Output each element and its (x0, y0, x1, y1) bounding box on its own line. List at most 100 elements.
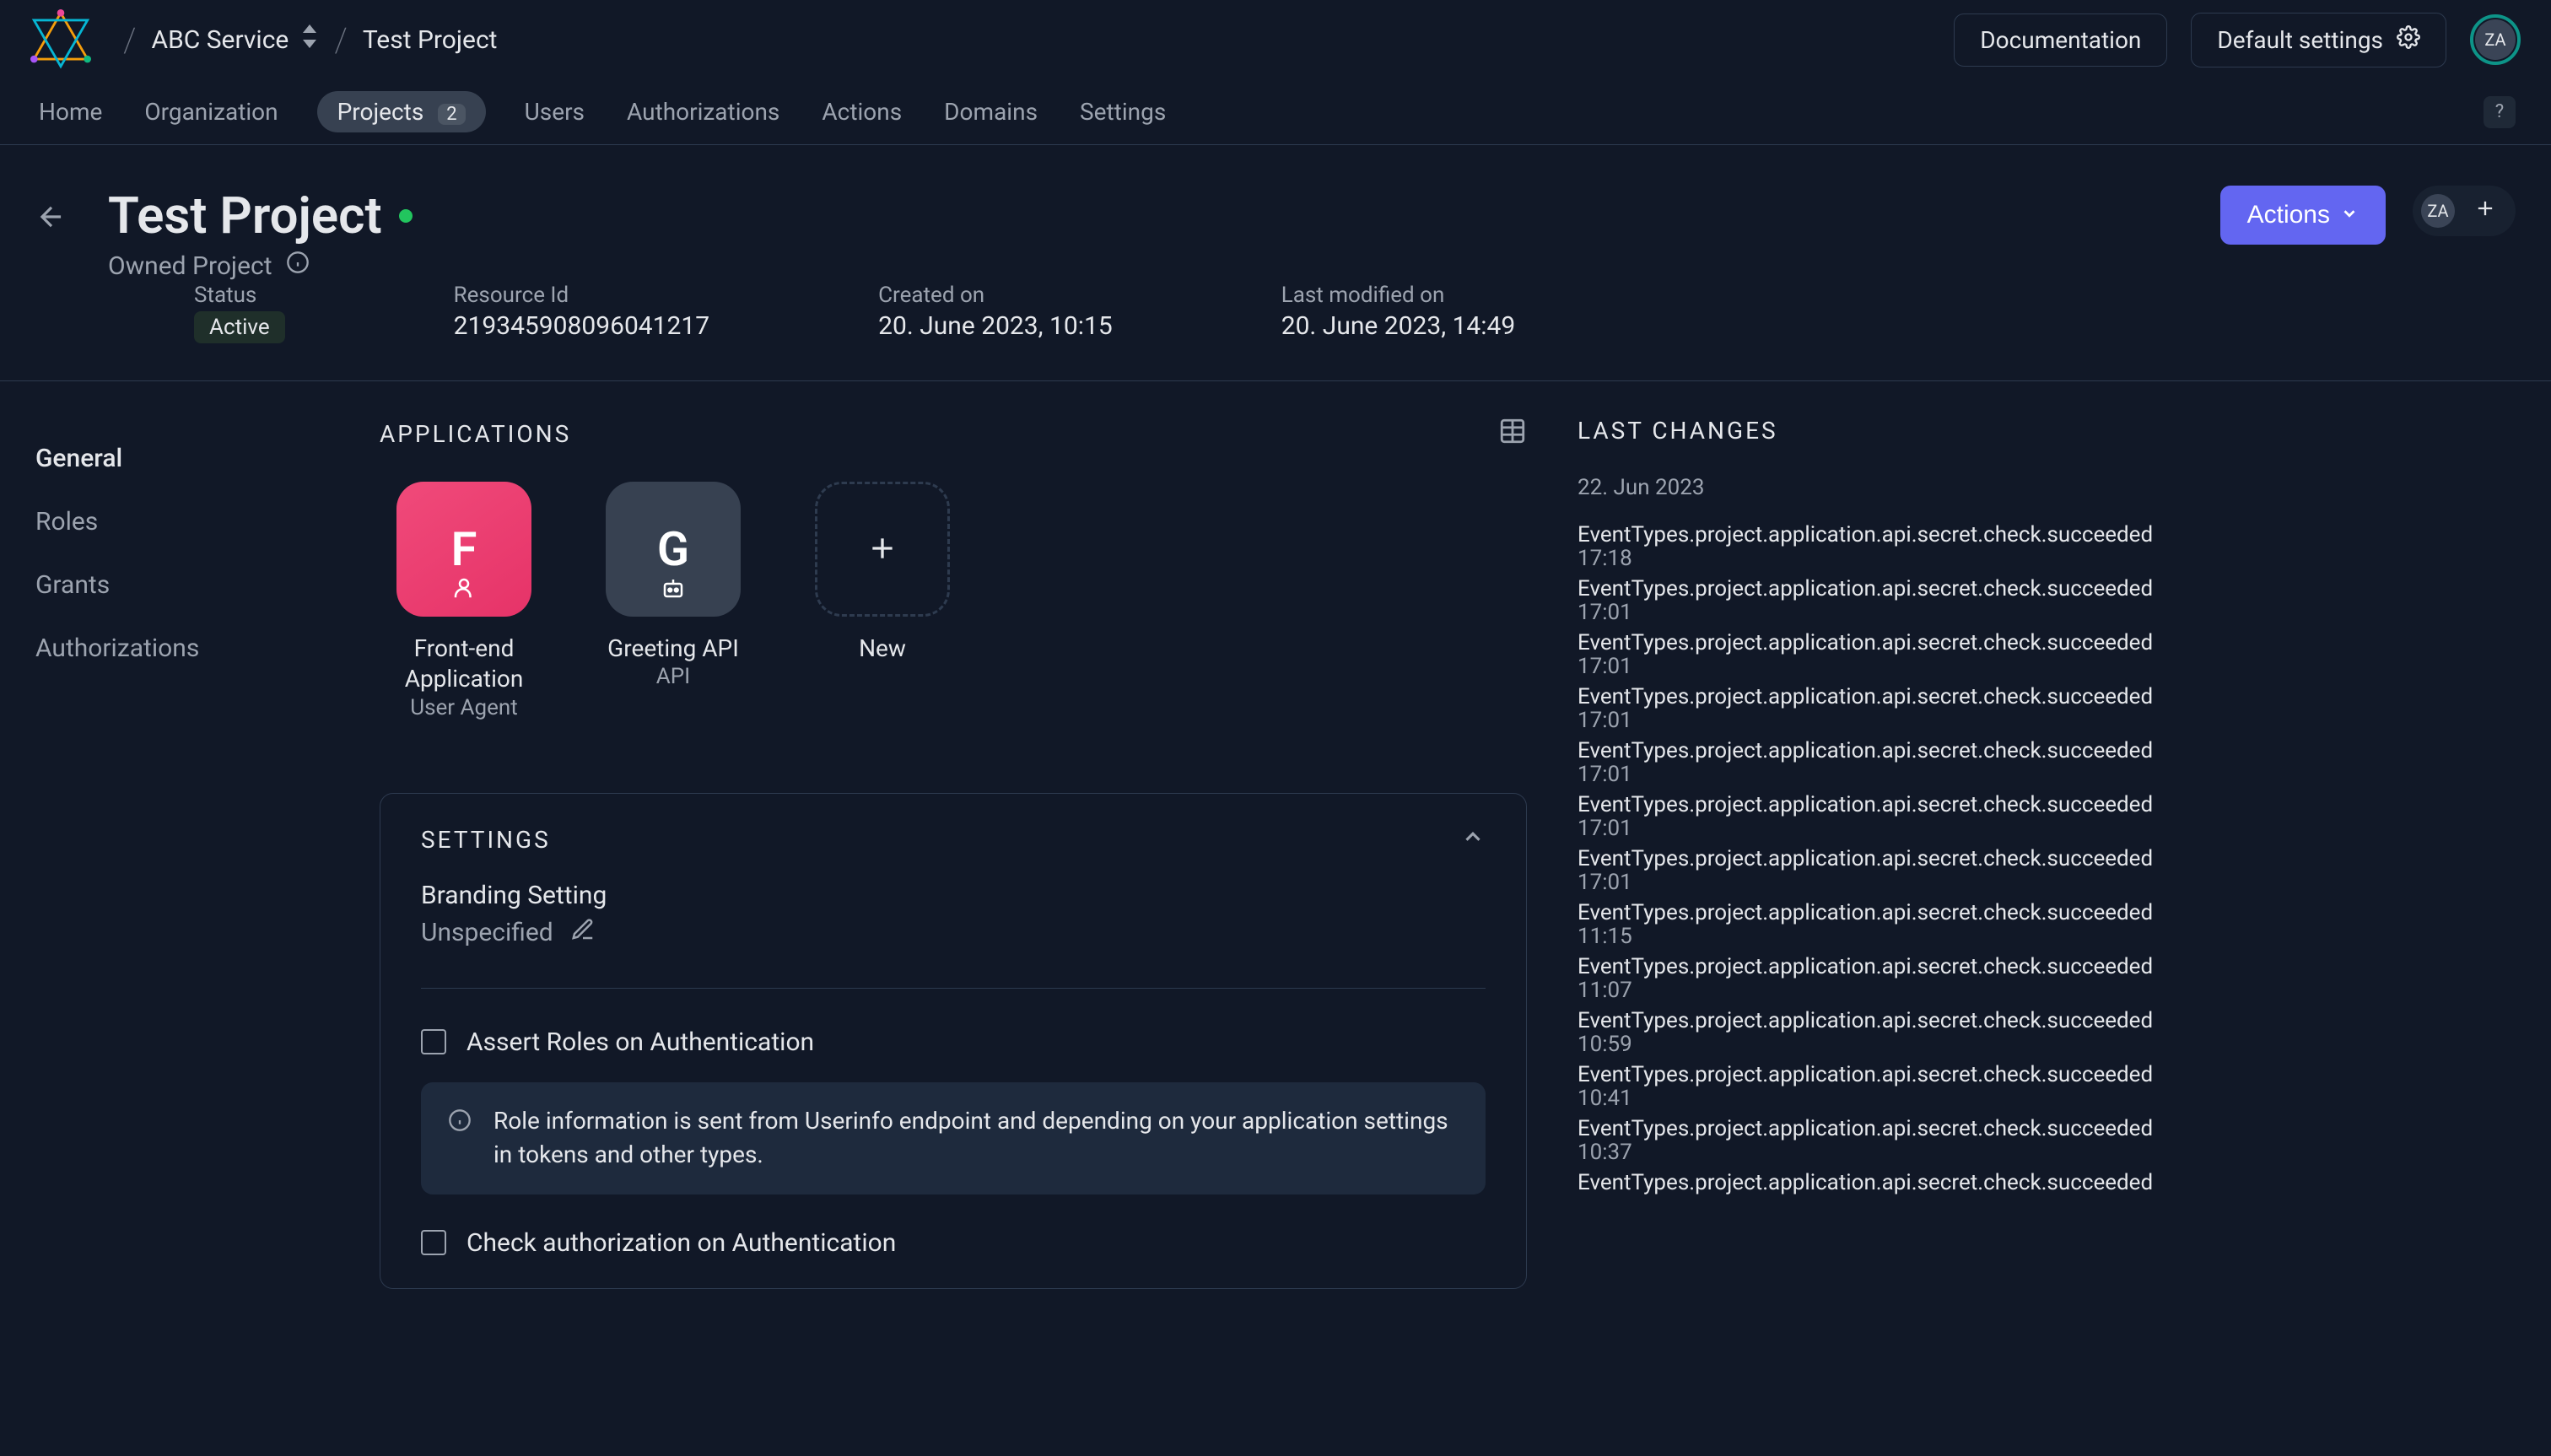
nav-home[interactable]: Home (35, 91, 105, 132)
change-item[interactable]: EventTypes.project.application.api.secre… (1578, 738, 2168, 787)
app-tile-greeting-api[interactable]: G Greeting API API (589, 482, 758, 720)
breadcrumb-project[interactable]: Test Project (363, 25, 498, 55)
assert-roles-label: Assert Roles on Authentication (467, 1027, 814, 1057)
settings-heading: SETTINGS (421, 826, 551, 854)
page-subtitle: Owned Project (108, 251, 272, 281)
change-item[interactable]: EventTypes.project.application.api.secre… (1578, 1170, 2168, 1195)
resource-id-label: Resource Id (454, 283, 710, 308)
api-icon (661, 575, 686, 607)
last-changes-heading: LAST CHANGES (1578, 417, 2168, 445)
app-type: User Agent (410, 695, 518, 720)
app-tile-new[interactable]: New (798, 482, 967, 720)
change-item[interactable]: EventTypes.project.application.api.secre… (1578, 1116, 2168, 1165)
change-time: 17:01 (1578, 600, 2168, 625)
change-event: EventTypes.project.application.api.secre… (1578, 522, 2168, 547)
applications-heading: APPLICATIONS (380, 420, 571, 448)
contributor-avatar[interactable]: ZA (2421, 194, 2455, 228)
check-auth-row[interactable]: Check authorization on Authentication (421, 1228, 1486, 1258)
change-item[interactable]: EventTypes.project.application.api.secre… (1578, 684, 2168, 733)
info-icon[interactable] (286, 251, 310, 281)
check-auth-checkbox[interactable] (421, 1230, 446, 1255)
branding-value: Unspecified (421, 918, 553, 947)
change-item[interactable]: EventTypes.project.application.api.secre… (1578, 1062, 2168, 1111)
modified-on-label: Last modified on (1281, 283, 1516, 308)
change-event: EventTypes.project.application.api.secre… (1578, 630, 2168, 655)
change-time: 11:07 (1578, 978, 2168, 1003)
nav-actions[interactable]: Actions (818, 91, 905, 132)
application-tiles: F Front-end Application User Agent G Gre… (380, 482, 1527, 720)
change-item[interactable]: EventTypes.project.application.api.secre… (1578, 900, 2168, 949)
app-tile-frontend[interactable]: F Front-end Application User Agent (380, 482, 548, 720)
created-on-value: 20. June 2023, 10:15 (878, 311, 1113, 341)
collapse-toggle[interactable] (1460, 824, 1486, 855)
change-event: EventTypes.project.application.api.secre… (1578, 684, 2168, 709)
breadcrumb-org-label: ABC Service (152, 25, 289, 55)
assert-roles-row[interactable]: Assert Roles on Authentication (421, 1027, 1486, 1057)
actions-button[interactable]: Actions (2220, 186, 2386, 245)
change-event: EventTypes.project.application.api.secre… (1578, 1008, 2168, 1033)
breadcrumb-org[interactable]: ABC Service (152, 24, 320, 55)
change-item[interactable]: EventTypes.project.application.api.secre… (1578, 1008, 2168, 1057)
sidebar: General Roles Grants Authorizations (0, 407, 329, 1289)
settings-card: SETTINGS Branding Setting Unspecified As… (380, 793, 1527, 1289)
back-button[interactable] (35, 201, 67, 239)
change-item[interactable]: EventTypes.project.application.api.secre… (1578, 792, 2168, 841)
created-on-label: Created on (878, 283, 1113, 308)
change-time: 17:01 (1578, 816, 2168, 841)
nav-authorizations[interactable]: Authorizations (623, 91, 783, 132)
profile-avatar[interactable]: ZA (2470, 14, 2521, 65)
nav-projects-count: 2 (438, 104, 465, 125)
info-text: Role information is sent from Userinfo e… (493, 1104, 1459, 1173)
change-item[interactable]: EventTypes.project.application.api.secre… (1578, 954, 2168, 1003)
change-item[interactable]: EventTypes.project.application.api.secre… (1578, 630, 2168, 679)
nav-users[interactable]: Users (521, 91, 588, 132)
nav-projects-label: Projects (337, 98, 424, 126)
gear-icon (2397, 25, 2420, 55)
documentation-label: Documentation (1980, 26, 2141, 54)
change-time: 17:01 (1578, 654, 2168, 679)
status-dot-icon (399, 209, 413, 223)
sidebar-item-grants[interactable]: Grants (35, 553, 294, 617)
change-item[interactable]: EventTypes.project.application.api.secre… (1578, 522, 2168, 571)
avatar-initials: ZA (2475, 19, 2516, 60)
assert-roles-checkbox[interactable] (421, 1029, 446, 1054)
sidebar-item-authorizations[interactable]: Authorizations (35, 617, 294, 680)
default-settings-label: Default settings (2217, 26, 2383, 54)
branding-label: Branding Setting (421, 881, 1486, 910)
nav-projects[interactable]: Projects 2 (317, 91, 486, 132)
default-settings-button[interactable]: Default settings (2191, 13, 2446, 67)
sidebar-item-roles[interactable]: Roles (35, 490, 294, 553)
user-agent-icon (451, 575, 477, 607)
change-item[interactable]: EventTypes.project.application.api.secre… (1578, 846, 2168, 895)
change-time: 17:01 (1578, 762, 2168, 787)
edit-branding-button[interactable] (570, 917, 596, 949)
help-button[interactable]: ? (2484, 96, 2516, 128)
table-view-toggle[interactable] (1498, 417, 1527, 451)
last-changes-panel: LAST CHANGES 22. Jun 2023 EventTypes.pro… (1578, 407, 2219, 1289)
sidebar-item-general[interactable]: General (35, 427, 294, 490)
nav-settings[interactable]: Settings (1076, 91, 1169, 132)
change-time: 10:37 (1578, 1140, 2168, 1165)
change-event: EventTypes.project.application.api.secre… (1578, 1170, 2168, 1195)
change-event: EventTypes.project.application.api.secre… (1578, 846, 2168, 871)
change-event: EventTypes.project.application.api.secre… (1578, 576, 2168, 601)
change-time: 17:18 (1578, 546, 2168, 571)
contributors: ZA (2413, 186, 2516, 236)
documentation-button[interactable]: Documentation (1954, 13, 2167, 67)
nav-domains[interactable]: Domains (941, 91, 1041, 132)
plus-icon (866, 521, 899, 577)
change-time: 17:01 (1578, 870, 2168, 895)
status-badge: Active (194, 311, 285, 343)
app-name: Front-end Application (380, 634, 548, 695)
change-item[interactable]: EventTypes.project.application.api.secre… (1578, 576, 2168, 625)
change-time: 11:15 (1578, 924, 2168, 949)
change-time: 17:01 (1578, 708, 2168, 733)
breadcrumb-separator: / (334, 20, 348, 60)
nav-organization[interactable]: Organization (141, 91, 281, 132)
add-contributor-button[interactable] (2473, 197, 2497, 226)
change-event: EventTypes.project.application.api.secre… (1578, 738, 2168, 763)
top-bar: / ABC Service / Test Project Documentati… (0, 0, 2551, 79)
status-label: Status (194, 283, 285, 308)
app-logo[interactable] (30, 9, 91, 70)
check-auth-label: Check authorization on Authentication (467, 1228, 896, 1258)
